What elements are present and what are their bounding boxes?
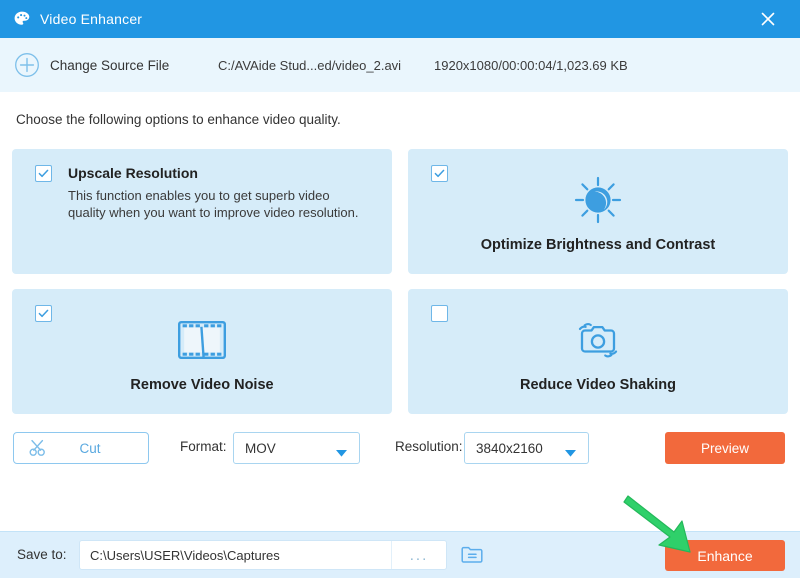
save-path-field[interactable]: C:\Users\USER\Videos\Captures ...: [79, 540, 447, 570]
window-title: Video Enhancer: [40, 11, 143, 27]
folder-icon: [461, 546, 483, 563]
open-folder-button[interactable]: [459, 542, 485, 567]
enhance-button-label: Enhance: [697, 547, 753, 564]
controls-row: Cut Format: MOV Resolution: 3840x2160 Pr…: [0, 432, 800, 466]
option-card-reduce-video-shaking[interactable]: Reduce Video Shaking: [408, 289, 788, 414]
palette-icon: [12, 9, 32, 29]
close-button[interactable]: [746, 0, 790, 38]
resolution-label: Resolution:: [395, 439, 463, 454]
preview-button-label: Preview: [700, 440, 749, 456]
options-grid: Upscale Resolution This function enables…: [12, 149, 788, 414]
title-bar: Video Enhancer: [0, 0, 800, 38]
film-strip-icon: [177, 313, 227, 367]
camera-shake-icon: [571, 313, 625, 367]
cut-button-label: Cut: [79, 440, 101, 456]
intro-text: Choose the following options to enhance …: [16, 112, 341, 127]
footer-bar: Save to: C:\Users\USER\Videos\Captures .…: [0, 531, 800, 578]
option-card-upscale-resolution[interactable]: Upscale Resolution This function enables…: [12, 149, 392, 274]
option-card-optimize-brightness-contrast[interactable]: Optimize Brightness and Contrast: [408, 149, 788, 274]
format-label: Format:: [180, 439, 227, 454]
chevron-down-icon: [335, 445, 348, 463]
enhance-button[interactable]: Enhance: [665, 540, 785, 571]
option-label-upscale-resolution: Upscale Resolution: [68, 165, 198, 181]
close-icon: [761, 12, 775, 26]
option-label-optimize-brightness-contrast: Optimize Brightness and Contrast: [480, 237, 716, 253]
save-path-value: C:\Users\USER\Videos\Captures: [90, 547, 280, 563]
brightness-sun-icon: [572, 173, 624, 227]
source-file-bar: Change Source File C:/AVAide Stud...ed/v…: [0, 38, 800, 93]
preview-button[interactable]: Preview: [665, 432, 785, 464]
check-icon: [38, 169, 49, 178]
circle-plus-icon[interactable]: [14, 52, 40, 78]
browse-button[interactable]: ...: [391, 541, 446, 569]
change-source-file-button[interactable]: Change Source File: [50, 58, 169, 73]
source-file-path: C:/AVAide Stud...ed/video_2.avi: [218, 57, 402, 73]
save-to-label: Save to:: [17, 547, 67, 562]
format-select-value: MOV: [245, 440, 276, 456]
resolution-select[interactable]: 3840x2160: [464, 432, 589, 464]
resolution-select-value: 3840x2160: [476, 440, 543, 456]
scissors-icon: [28, 439, 48, 457]
cut-button[interactable]: Cut: [13, 432, 149, 464]
source-file-meta: 1920x1080/00:00:04/1,023.69 KB: [434, 57, 628, 73]
format-select[interactable]: MOV: [233, 432, 360, 464]
option-label-remove-video-noise: Remove Video Noise: [130, 377, 274, 393]
chevron-down-icon: [564, 445, 577, 463]
option-card-remove-video-noise[interactable]: Remove Video Noise: [12, 289, 392, 414]
option-label-reduce-video-shaking: Reduce Video Shaking: [519, 377, 677, 393]
option-description-upscale-resolution: This function enables you to get superb …: [68, 188, 359, 220]
checkbox-upscale-resolution[interactable]: [35, 165, 52, 182]
video-enhancer-window: Video Enhancer Change Source File C:/AVA…: [0, 0, 800, 578]
